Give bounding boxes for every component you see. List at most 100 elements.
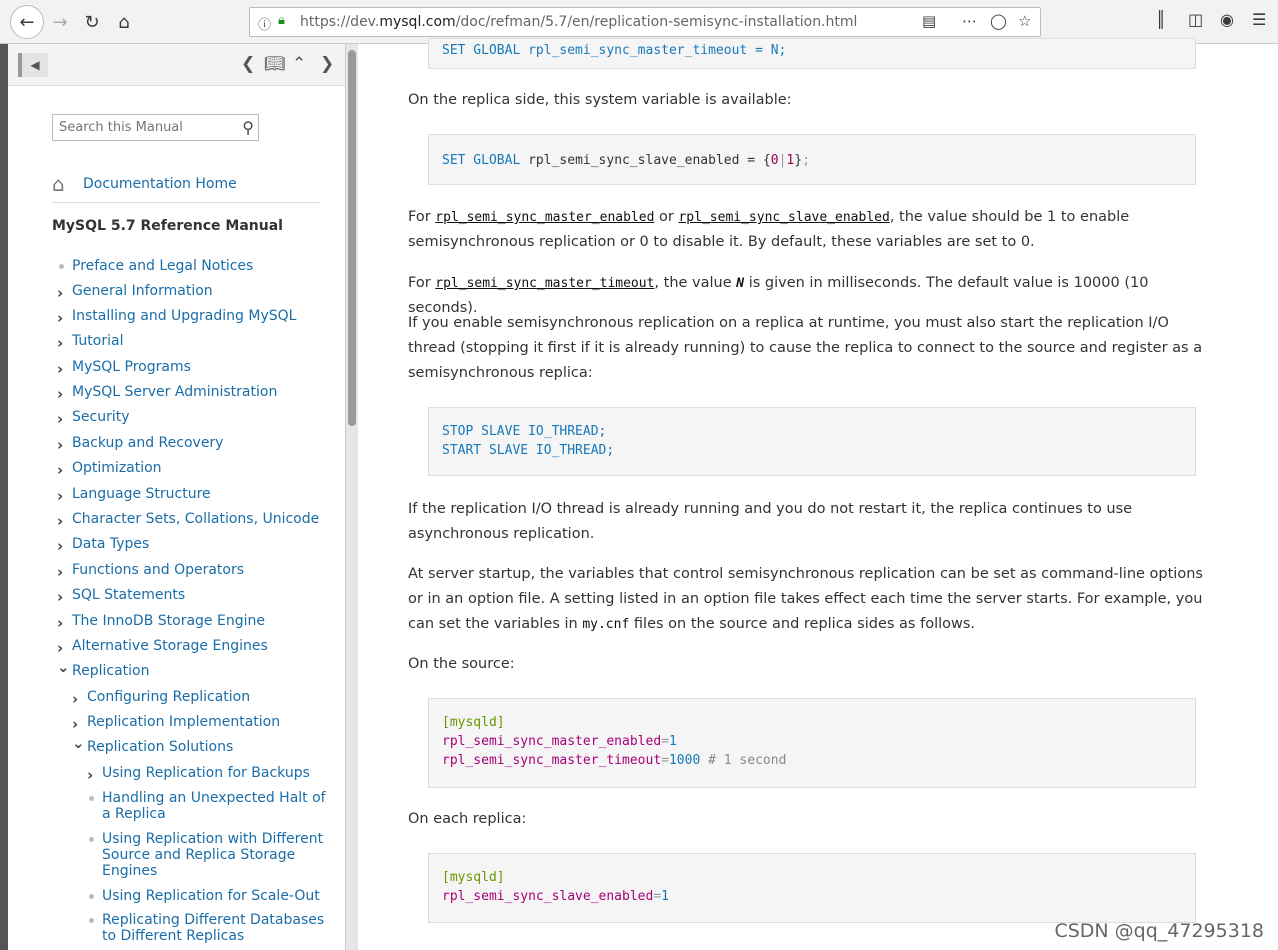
info-icon[interactable]: ⓘ [258,14,271,33]
toc-item[interactable]: Data Types [72,536,332,552]
account-icon[interactable]: ◉ [1220,10,1234,29]
toc-item[interactable]: Optimization [72,460,332,476]
reader-view-icon[interactable]: ▤ [922,12,936,30]
chevron-right-icon[interactable]: › [57,487,63,505]
toc-item[interactable]: The InnoDB Storage Engine [72,613,332,629]
chevron-right-icon[interactable]: › [87,766,93,784]
paragraph: At server startup, the variables that co… [408,566,1203,632]
toc-item[interactable]: Replication Solutions [87,739,332,755]
chevron-right-icon[interactable]: › [57,537,63,555]
bullet-icon [59,264,64,269]
toc-item[interactable]: Functions and Operators [72,562,332,578]
chevron-right-icon[interactable]: › [57,284,63,302]
toc-item[interactable]: Replication Implementation [87,714,332,730]
chevron-right-icon[interactable]: › [72,715,78,733]
chevron-right-icon[interactable]: › [57,334,63,352]
placeholder-n: N [736,276,745,291]
chevron-right-icon[interactable]: › [57,461,63,479]
toc-book-icon[interactable]: 📖︎ [264,54,286,74]
toc-item[interactable]: Using Replication with Different Source … [102,831,327,879]
manual-search: ⚲ [52,114,259,141]
chevron-right-icon[interactable]: › [57,512,63,530]
code-line: STOP SLAVE IO_THREAD; [442,424,607,439]
toc-item[interactable]: Security [72,409,332,425]
config-key: rpl_semi_sync_master_timeout [442,753,662,768]
home-icon: ⌂ [52,172,65,196]
toc-item[interactable]: Configuring Replication [87,689,332,705]
chevron-right-icon[interactable]: › [57,436,63,454]
toc-item[interactable]: Handling an Unexpected Halt of a Replica [102,790,327,822]
scrollbar-thumb[interactable] [348,50,356,426]
code-block: SET GLOBAL rpl_semi_sync_slave_enabled =… [428,134,1196,185]
menu-icon[interactable]: ☰ [1252,10,1266,29]
chevron-right-icon[interactable]: › [57,614,63,632]
toc-item[interactable]: MySQL Programs [72,359,332,375]
paragraph: On each replica: [408,811,527,827]
code-block: [mysqld] rpl_semi_sync_slave_enabled=1 [428,853,1196,923]
search-icon[interactable]: ⚲ [242,118,254,137]
chevron-right-icon[interactable]: › [57,410,63,428]
variable-link[interactable]: rpl_semi_sync_slave_enabled [678,210,889,225]
sidebar-scrollbar[interactable] [345,44,358,950]
toc-item[interactable]: Using Replication for Scale-Out [102,888,327,904]
chevron-right-icon[interactable]: › [72,690,78,708]
toc-item[interactable]: Language Structure [72,486,332,502]
code-line: START SLAVE IO_THREAD; [442,443,615,458]
toc-item[interactable]: General Information [72,283,332,299]
paragraph: On the replica side, this system variabl… [408,92,792,108]
pocket-icon[interactable]: ◯ [990,12,1007,30]
search-input[interactable] [53,115,228,140]
chevron-right-icon[interactable]: › [57,360,63,378]
toc-item[interactable]: Alternative Storage Engines [72,638,332,654]
bullet-icon [89,837,94,842]
toc-item[interactable]: Preface and Legal Notices [72,258,332,274]
divider [52,202,320,203]
sidebar-edge [0,44,8,950]
main-content: SET GLOBAL rpl_semi_sync_master_timeout … [358,38,1278,950]
config-section: [mysqld] [442,870,505,885]
collapse-sidebar-icon[interactable]: ◀ [18,53,48,77]
chevron-right-icon[interactable]: › [57,639,63,657]
config-comment: # 1 second [708,753,787,768]
chevron-down-icon[interactable]: ⌄ [72,734,85,752]
code-line: SET GLOBAL rpl_semi_sync_master_timeout … [442,43,787,58]
documentation-home-label[interactable]: Documentation Home [83,176,237,192]
home-icon[interactable]: ⌂ [108,6,140,38]
variable-link[interactable]: rpl_semi_sync_master_enabled [435,210,654,225]
chevron-right-icon[interactable]: › [57,563,63,581]
file-name: my.cnf [582,617,630,632]
toc-item[interactable]: Using Replication for Backups [102,765,327,781]
documentation-home-link[interactable]: ⌂ Documentation Home [52,172,237,196]
chevron-right-icon[interactable]: › [57,385,63,403]
watermark: CSDN @qq_47295318 [1054,920,1264,942]
chevron-down-icon[interactable]: ⌄ [57,658,70,676]
toc-item[interactable]: Backup and Recovery [72,435,332,451]
toc-item[interactable]: Character Sets, Collations, Unicode [72,511,332,527]
toc-item[interactable]: Replication [72,663,332,679]
code-block: [mysqld] rpl_semi_sync_master_enabled=1 … [428,698,1196,788]
back-arrow-icon[interactable]: ← [10,5,44,39]
chevron-right-icon[interactable]: › [57,309,63,327]
chevron-right-icon[interactable]: › [57,588,63,606]
up-page-icon[interactable]: ⌃ [292,54,306,74]
sidebar-toggle-icon[interactable]: ◫ [1188,10,1203,29]
url-text[interactable]: https://dev.mysql.com/doc/refman/5.7/en/… [300,14,857,30]
forward-arrow-icon[interactable]: → [44,6,76,38]
bullet-icon [89,918,94,923]
toc-item[interactable]: Tutorial [72,333,332,349]
toc-item[interactable]: Replicating Different Databases to Diffe… [102,912,327,944]
toc-item[interactable]: Installing and Upgrading MySQL [72,308,332,324]
bookmark-star-icon[interactable]: ☆ [1018,12,1031,30]
code-block-partial: SET GLOBAL rpl_semi_sync_master_timeout … [428,38,1196,69]
config-section: [mysqld] [442,715,505,730]
next-page-icon[interactable]: ❯ [320,54,334,74]
variable-link[interactable]: rpl_semi_sync_master_timeout [435,276,654,291]
more-actions-icon[interactable]: ⋯ [962,12,977,30]
lock-icon: 🔒︎ [278,13,285,28]
toc-item[interactable]: MySQL Server Administration [72,384,332,400]
url-bar[interactable]: ⓘ 🔒︎ https://dev.mysql.com/doc/refman/5.… [249,7,1041,37]
toc-item[interactable]: SQL Statements [72,587,332,603]
prev-page-icon[interactable]: ❮ [241,54,255,74]
library-icon[interactable]: ║ [1156,10,1166,29]
reload-icon[interactable]: ↻ [76,6,108,38]
